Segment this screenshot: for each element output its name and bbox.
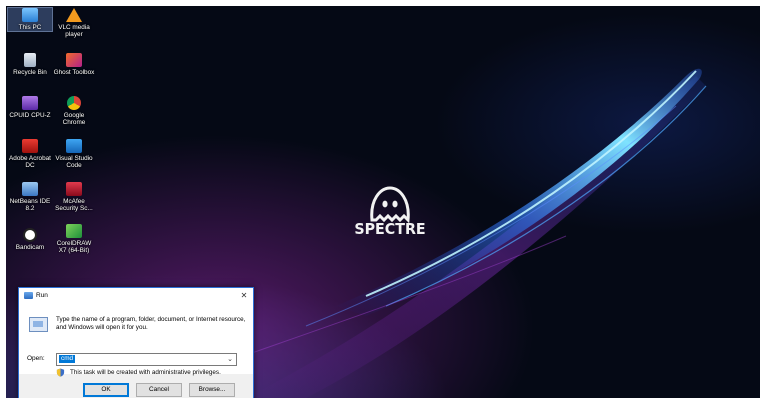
admin-shield-icon <box>56 368 65 377</box>
vscode-icon <box>66 139 82 153</box>
ghost-toolbox-icon <box>66 53 82 67</box>
desktop-icon-netbeans[interactable]: NetBeans IDE 8.2 <box>8 182 52 213</box>
acrobat-icon <box>22 139 38 153</box>
run-app-icon <box>24 292 33 299</box>
open-label-text: Open: <box>27 355 45 362</box>
netbeans-icon <box>22 182 38 196</box>
run-program-icon <box>29 317 48 332</box>
desktop-icon-mcafee[interactable]: McAfee Security Sc... <box>52 182 96 213</box>
bandicam-icon <box>23 228 37 242</box>
desktop-icon-this-pc[interactable]: This PC <box>7 6 53 33</box>
open-label: Open: <box>27 355 45 362</box>
cpu-z-icon <box>22 96 38 110</box>
desktop-icon-vlc[interactable]: VLC media player <box>52 8 96 39</box>
open-input-value[interactable]: cmd <box>59 355 76 363</box>
open-combobox[interactable]: cmd ⌄ <box>56 353 237 366</box>
mcafee-icon <box>66 182 82 196</box>
spectre-logo-text: SPECTRE <box>354 220 426 238</box>
desktop-icon-coreldraw[interactable]: CorelDRAW X7 (64-Bit) <box>52 224 96 255</box>
chevron-down-icon[interactable]: ⌄ <box>227 354 233 365</box>
desktop-icon-acrobat[interactable]: Adobe Acrobat DC <box>8 139 52 170</box>
run-title-bar[interactable]: Run ✕ <box>19 288 253 303</box>
run-body: Type the name of a program, folder, docu… <box>19 303 253 377</box>
spectre-ghost-logo <box>370 186 410 224</box>
run-dialog: Run ✕ Type the name of a program, folder… <box>18 287 254 398</box>
desktop-icon-vscode[interactable]: Visual Studio Code <box>52 139 96 170</box>
desktop-icon-recycle-bin[interactable]: Recycle Bin <box>8 53 52 76</box>
recycle-bin-icon <box>24 53 36 67</box>
chrome-icon <box>67 96 81 110</box>
desktop-icon-ghost-toolbox[interactable]: Ghost Toolbox <box>52 53 96 76</box>
close-button[interactable]: ✕ <box>235 291 253 300</box>
admin-privileges-note: This task will be created with administr… <box>70 369 221 376</box>
computer-icon <box>22 8 38 22</box>
cancel-button[interactable]: Cancel <box>136 383 182 397</box>
run-title: Run <box>36 292 48 299</box>
desktop-icon-chrome[interactable]: Google Chrome <box>52 96 96 127</box>
desktop-icon-bandicam[interactable]: Bandicam <box>8 228 52 251</box>
coreldraw-icon <box>66 224 82 238</box>
desktop: This PC VLC media player Recycle Bin Gho… <box>6 6 760 398</box>
ok-button[interactable]: OK <box>83 383 129 397</box>
browse-button[interactable]: Browse... <box>189 383 235 397</box>
run-description: Type the name of a program, folder, docu… <box>56 316 246 331</box>
desktop-icon-cpu-z[interactable]: CPUID CPU-Z <box>8 96 52 119</box>
vlc-icon <box>66 8 82 22</box>
